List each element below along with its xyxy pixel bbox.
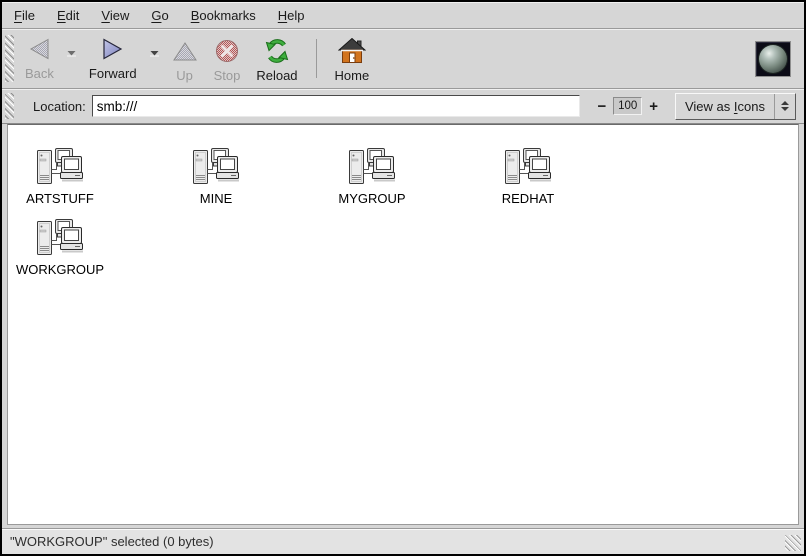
back-history-dropdown[interactable] (62, 47, 81, 59)
up-label: Up (176, 68, 193, 83)
stop-label: Stop (214, 68, 241, 83)
resize-grip[interactable] (785, 535, 801, 551)
menu-go[interactable]: Go (149, 5, 170, 26)
throbber (755, 41, 791, 77)
chevron-down-icon (66, 49, 77, 57)
home-label: Home (335, 68, 370, 83)
network-group-item-artstuff[interactable]: ARTSTUFF (8, 147, 112, 206)
smb-workgroup-icon (36, 147, 84, 187)
menu-help[interactable]: Help (276, 5, 307, 26)
zoom-in-button[interactable]: + (645, 98, 662, 115)
status-bar: "WORKGROUP" selected (0 bytes) (2, 528, 804, 554)
icon-label: MYGROUP (338, 191, 405, 206)
zoom-out-button[interactable]: − (593, 98, 610, 115)
smb-workgroup-icon (504, 147, 552, 187)
up-arrow-icon (172, 37, 198, 65)
view-mode-label: View as Icons (685, 99, 765, 114)
network-group-item-workgroup[interactable]: WORKGROUP (8, 218, 112, 277)
toolbar-drag-handle[interactable] (5, 35, 14, 82)
menu-edit[interactable]: Edit (55, 5, 81, 26)
smb-workgroup-icon (192, 147, 240, 187)
dropdown-arrows-icon (774, 94, 795, 119)
menubar: File Edit View Go Bookmarks Help (2, 2, 804, 29)
reload-button[interactable]: Reload (248, 31, 305, 86)
content-frame: ARTSTUFF (2, 124, 804, 528)
status-text: "WORKGROUP" selected (0 bytes) (10, 534, 214, 549)
icon-label: REDHAT (502, 191, 554, 206)
menu-view[interactable]: View (99, 5, 131, 26)
stop-button[interactable]: Stop (206, 31, 249, 86)
back-label: Back (25, 66, 54, 81)
reload-label: Reload (256, 68, 297, 83)
network-group-item-mygroup[interactable]: MYGROUP (320, 147, 424, 206)
forward-arrow-icon (99, 35, 127, 63)
menu-file[interactable]: File (12, 5, 37, 26)
up-button[interactable]: Up (164, 31, 206, 86)
location-bar: Location: − 100 + View as Icons (2, 89, 804, 124)
network-group-item-redhat[interactable]: REDHAT (476, 147, 580, 206)
reload-icon (263, 37, 291, 65)
forward-history-dropdown[interactable] (145, 47, 164, 59)
chevron-down-icon (149, 49, 160, 57)
globe-sphere-icon (759, 45, 787, 73)
toolbar-separator (316, 39, 317, 78)
zoom-level-indicator[interactable]: 100 (613, 97, 642, 115)
forward-label: Forward (89, 66, 137, 81)
icon-row: WORKGROUP (8, 218, 798, 277)
file-view[interactable]: ARTSTUFF (7, 124, 799, 525)
stop-icon (214, 37, 240, 65)
back-button[interactable]: Back (17, 31, 62, 84)
location-bar-drag-handle[interactable] (5, 93, 14, 119)
icon-row: ARTSTUFF (8, 147, 798, 206)
view-mode-dropdown[interactable]: View as Icons (675, 93, 796, 120)
menu-bookmarks[interactable]: Bookmarks (189, 5, 258, 26)
back-arrow-icon (25, 35, 53, 63)
location-input[interactable] (92, 95, 581, 117)
toolbar: Back Forward (2, 29, 804, 89)
file-manager-window: File Edit View Go Bookmarks Help Back (0, 0, 806, 556)
location-label: Location: (33, 99, 86, 114)
smb-workgroup-icon (348, 147, 396, 187)
home-icon (338, 37, 366, 65)
forward-button[interactable]: Forward (81, 31, 145, 84)
zoom-control: − 100 + (593, 97, 662, 115)
icon-label: WORKGROUP (16, 262, 104, 277)
icon-label: ARTSTUFF (26, 191, 94, 206)
home-button[interactable]: Home (327, 31, 378, 86)
icon-label: MINE (200, 191, 233, 206)
smb-workgroup-icon (36, 218, 84, 258)
network-group-item-mine[interactable]: MINE (164, 147, 268, 206)
